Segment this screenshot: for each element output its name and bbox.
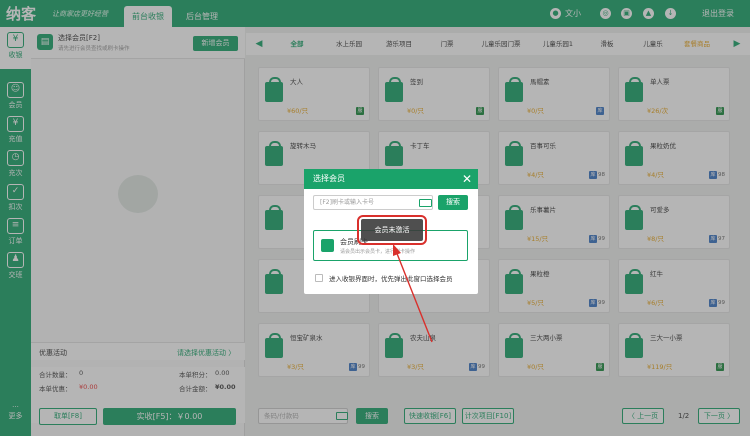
annotation-arrow (393, 244, 433, 343)
